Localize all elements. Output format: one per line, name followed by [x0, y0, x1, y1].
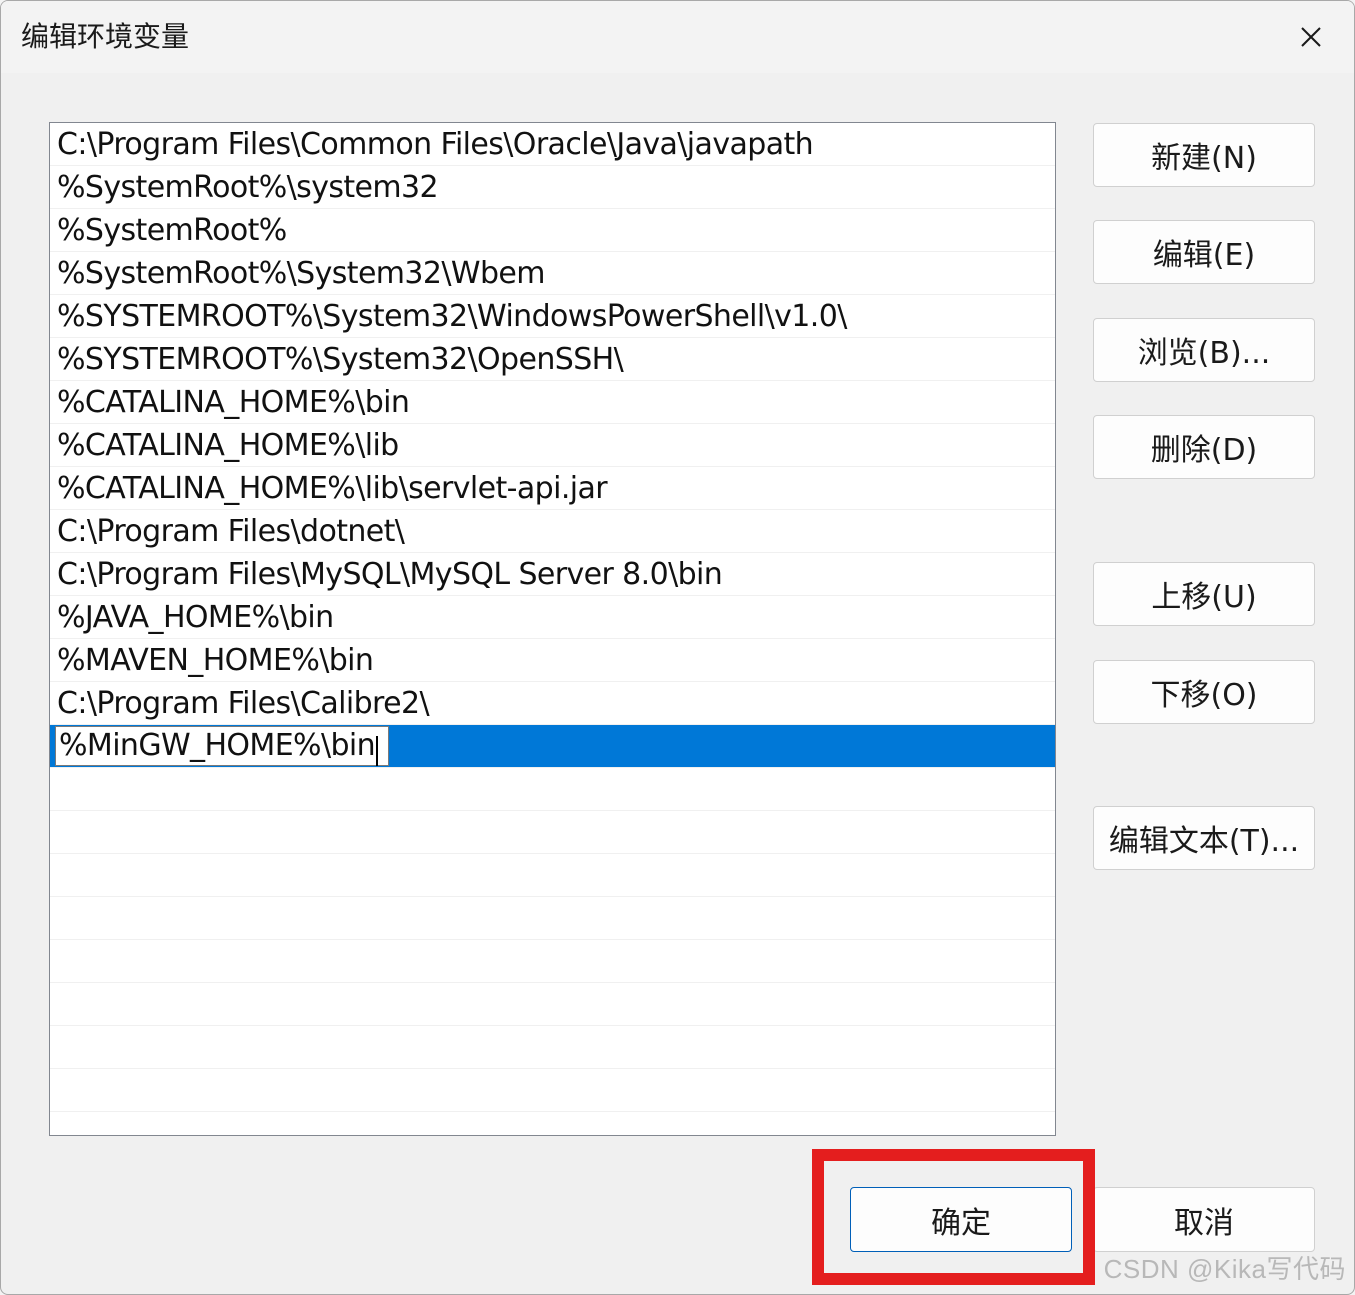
- cancel-button[interactable]: 取消: [1093, 1187, 1315, 1252]
- inline-edit-value: %MinGW_HOME%\bin: [59, 728, 376, 763]
- move-down-button[interactable]: 下移(O): [1093, 660, 1315, 724]
- edit-env-variable-dialog: 编辑环境变量 C:\Program Files\Common Files\Ora…: [0, 0, 1355, 1295]
- list-item-text: %JAVA_HOME%\bin: [57, 600, 334, 635]
- list-item-text: %SystemRoot%\system32: [57, 170, 439, 205]
- delete-button[interactable]: 删除(D): [1093, 415, 1315, 479]
- list-item[interactable]: %SYSTEMROOT%\System32\WindowsPowerShell\…: [50, 295, 1055, 338]
- empty-list-row: [50, 897, 1055, 940]
- empty-list-row: [50, 1026, 1055, 1069]
- empty-list-row: [50, 1112, 1055, 1135]
- empty-list-row: [50, 983, 1055, 1026]
- list-item-text: %SystemRoot%: [57, 213, 287, 248]
- list-item[interactable]: %MAVEN_HOME%\bin: [50, 639, 1055, 682]
- list-item-text: %SYSTEMROOT%\System32\OpenSSH\: [57, 342, 624, 377]
- browse-button[interactable]: 浏览(B)...: [1093, 318, 1315, 382]
- list-item-text: C:\Program Files\Calibre2\: [57, 686, 430, 721]
- empty-list-row: [50, 854, 1055, 897]
- list-item[interactable]: %SystemRoot%\System32\Wbem: [50, 252, 1055, 295]
- list-item-text: C:\Program Files\MySQL\MySQL Server 8.0\…: [57, 557, 723, 592]
- list-item-text: %SYSTEMROOT%\System32\WindowsPowerShell\…: [57, 299, 847, 334]
- close-button[interactable]: [1268, 1, 1354, 73]
- close-icon: [1301, 27, 1321, 47]
- list-item[interactable]: %SystemRoot%\system32: [50, 166, 1055, 209]
- empty-list-row: [50, 811, 1055, 854]
- title-bar: 编辑环境变量: [1, 1, 1354, 73]
- empty-list-row: [50, 1069, 1055, 1112]
- empty-list-row: [50, 940, 1055, 983]
- list-item-selected[interactable]: %MinGW_HOME%\bin: [50, 725, 1055, 768]
- edit-text-button[interactable]: 编辑文本(T)...: [1093, 806, 1315, 870]
- list-item[interactable]: C:\Program Files\Common Files\Oracle\Jav…: [50, 123, 1055, 166]
- new-button[interactable]: 新建(N): [1093, 123, 1315, 187]
- list-item[interactable]: C:\Program Files\Calibre2\: [50, 682, 1055, 725]
- list-item-text: %CATALINA_HOME%\lib\servlet-api.jar: [57, 471, 608, 506]
- list-item-text: %CATALINA_HOME%\bin: [57, 385, 410, 420]
- list-item[interactable]: %CATALINA_HOME%\lib\servlet-api.jar: [50, 467, 1055, 510]
- list-item-text: C:\Program Files\Common Files\Oracle\Jav…: [57, 127, 814, 162]
- dialog-title: 编辑环境变量: [21, 20, 190, 53]
- list-item[interactable]: %CATALINA_HOME%\lib: [50, 424, 1055, 467]
- list-item-text: C:\Program Files\dotnet\: [57, 514, 405, 549]
- list-item-text: %SystemRoot%\System32\Wbem: [57, 256, 546, 291]
- path-list[interactable]: C:\Program Files\Common Files\Oracle\Jav…: [49, 122, 1056, 1136]
- empty-list-row: [50, 768, 1055, 811]
- list-item-text: %CATALINA_HOME%\lib: [57, 428, 399, 463]
- text-caret: [376, 735, 379, 766]
- list-item[interactable]: %SystemRoot%: [50, 209, 1055, 252]
- list-item-text: %MAVEN_HOME%\bin: [57, 643, 374, 678]
- ok-button[interactable]: 确定: [850, 1187, 1072, 1252]
- inline-edit-input[interactable]: %MinGW_HOME%\bin: [55, 726, 390, 766]
- list-item[interactable]: C:\Program Files\MySQL\MySQL Server 8.0\…: [50, 553, 1055, 596]
- list-item[interactable]: %JAVA_HOME%\bin: [50, 596, 1055, 639]
- list-item[interactable]: C:\Program Files\dotnet\: [50, 510, 1055, 553]
- list-item[interactable]: %SYSTEMROOT%\System32\OpenSSH\: [50, 338, 1055, 381]
- watermark: CSDN @Kika写代码: [1103, 1254, 1346, 1284]
- edit-button[interactable]: 编辑(E): [1093, 220, 1315, 284]
- list-item[interactable]: %CATALINA_HOME%\bin: [50, 381, 1055, 424]
- move-up-button[interactable]: 上移(U): [1093, 562, 1315, 626]
